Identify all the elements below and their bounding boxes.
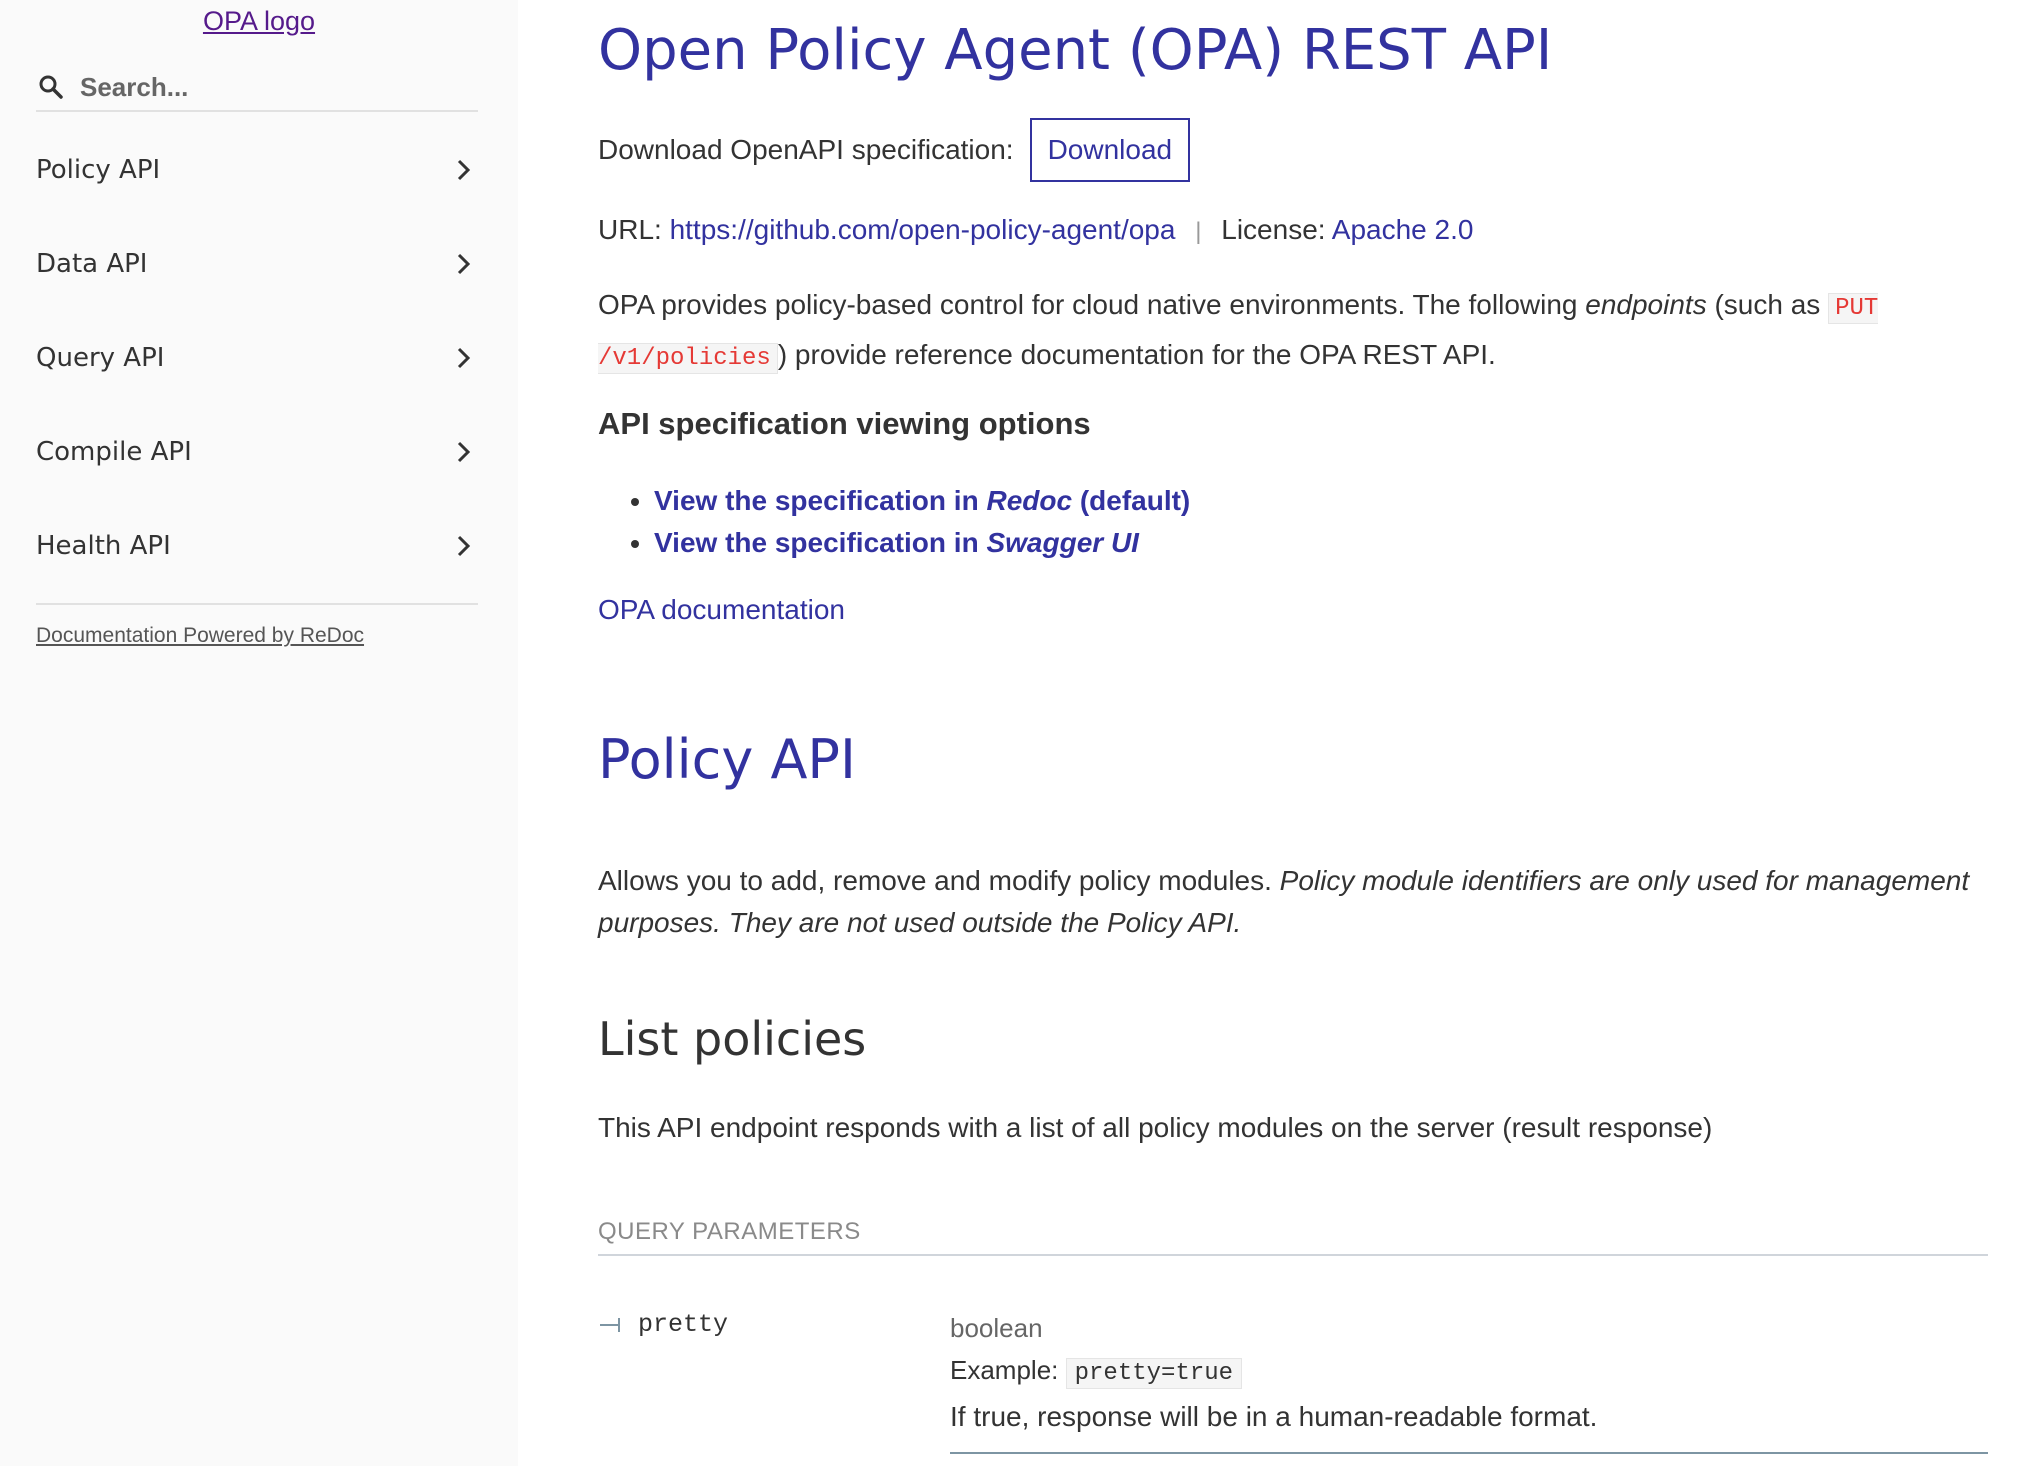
- example-code: pretty=true: [1065, 1358, 1243, 1389]
- chevron-right-icon: [448, 155, 478, 185]
- param-tree-icon: [598, 1315, 622, 1335]
- sidebar-item-data-api[interactable]: Data API: [36, 234, 478, 294]
- sidebar-item-label: Policy API: [36, 155, 161, 185]
- chevron-right-icon: [448, 531, 478, 561]
- sidebar: OPA logo Policy API Data API Query API: [0, 0, 518, 1466]
- param-name-cell: pretty: [598, 1310, 728, 1339]
- opa-documentation-link[interactable]: OPA documentation: [598, 594, 845, 626]
- link-text: View the specification in: [654, 485, 987, 516]
- url-label: URL:: [598, 214, 662, 245]
- viewing-options-heading: API specification viewing options: [598, 406, 1091, 441]
- chevron-right-icon: [448, 249, 478, 279]
- description-text: OPA provides policy-based control for cl…: [598, 289, 1586, 320]
- api-description: OPA provides policy-based control for cl…: [598, 282, 1978, 382]
- search-input[interactable]: [80, 71, 460, 103]
- link-text: (default): [1072, 485, 1191, 516]
- powered-by-link[interactable]: Documentation Powered by ReDoc: [36, 624, 364, 648]
- list-item: View the specification in Swagger UI: [654, 522, 1190, 564]
- page: OPA logo Policy API Data API Query API: [0, 0, 2044, 1466]
- param-divider: [950, 1452, 1988, 1454]
- section-title-policy-api: Policy API: [598, 728, 856, 791]
- redoc-link[interactable]: View the specification in Redoc (default…: [654, 485, 1190, 516]
- param-example: Example: pretty=true: [950, 1348, 1988, 1396]
- sidebar-item-health-api[interactable]: Health API: [36, 516, 478, 576]
- info-row: URL: https://github.com/open-policy-agen…: [598, 214, 1473, 246]
- opa-logo[interactable]: OPA logo: [0, 6, 518, 37]
- list-item: View the specification in Redoc (default…: [654, 480, 1190, 522]
- param-description: If true, response will be in a human-rea…: [950, 1401, 1598, 1432]
- download-row: Download OpenAPI specification: Download: [598, 118, 1191, 182]
- section-description: Allows you to add, remove and modify pol…: [598, 860, 1988, 944]
- sidebar-item-query-api[interactable]: Query API: [36, 328, 478, 388]
- download-label: Download OpenAPI specification:: [598, 134, 1014, 165]
- sidebar-divider: [36, 603, 478, 605]
- description-text: ) provide reference documentation for th…: [777, 339, 1496, 370]
- section-desc-text: Allows you to add, remove and modify pol…: [598, 865, 1280, 896]
- operation-title: List policies: [598, 1012, 867, 1066]
- search-box: [36, 64, 478, 112]
- param-name: pretty: [638, 1310, 729, 1339]
- swagger-ui-link[interactable]: View the specification in Swagger UI: [654, 527, 1139, 558]
- link-emphasis: Redoc: [986, 485, 1073, 516]
- repo-url-link[interactable]: https://github.com/open-policy-agent/opa: [670, 214, 1176, 245]
- example-label: Example:: [950, 1355, 1059, 1385]
- page-title: Open Policy Agent (OPA) REST API: [598, 18, 1553, 83]
- search-icon: [36, 72, 66, 102]
- param-details: boolean Example: pretty=true If true, re…: [950, 1308, 1988, 1454]
- chevron-right-icon: [448, 343, 478, 373]
- chevron-right-icon: [448, 437, 478, 467]
- sidebar-item-label: Health API: [36, 531, 171, 561]
- link-text: View the specification in: [654, 527, 987, 558]
- param-type: boolean: [950, 1313, 1043, 1343]
- license-label: License:: [1221, 214, 1326, 245]
- info-separator: |: [1195, 218, 1202, 245]
- link-emphasis: Swagger UI: [986, 527, 1139, 558]
- operation-description: This API endpoint responds with a list o…: [598, 1112, 1713, 1143]
- license-link[interactable]: Apache 2.0: [1332, 214, 1474, 245]
- sidebar-item-policy-api[interactable]: Policy API: [36, 140, 478, 200]
- sidebar-item-label: Data API: [36, 249, 148, 279]
- download-button[interactable]: Download: [1029, 118, 1191, 182]
- description-emphasis: endpoints: [1585, 289, 1707, 320]
- description-text: (such as: [1706, 289, 1829, 320]
- sidebar-item-label: Query API: [36, 343, 165, 373]
- query-params-header: QUERY PARAMETERS: [598, 1218, 1988, 1256]
- sidebar-item-label: Compile API: [36, 437, 192, 467]
- sidebar-item-compile-api[interactable]: Compile API: [36, 422, 478, 482]
- viewing-options-list: View the specification in Redoc (default…: [634, 480, 1190, 564]
